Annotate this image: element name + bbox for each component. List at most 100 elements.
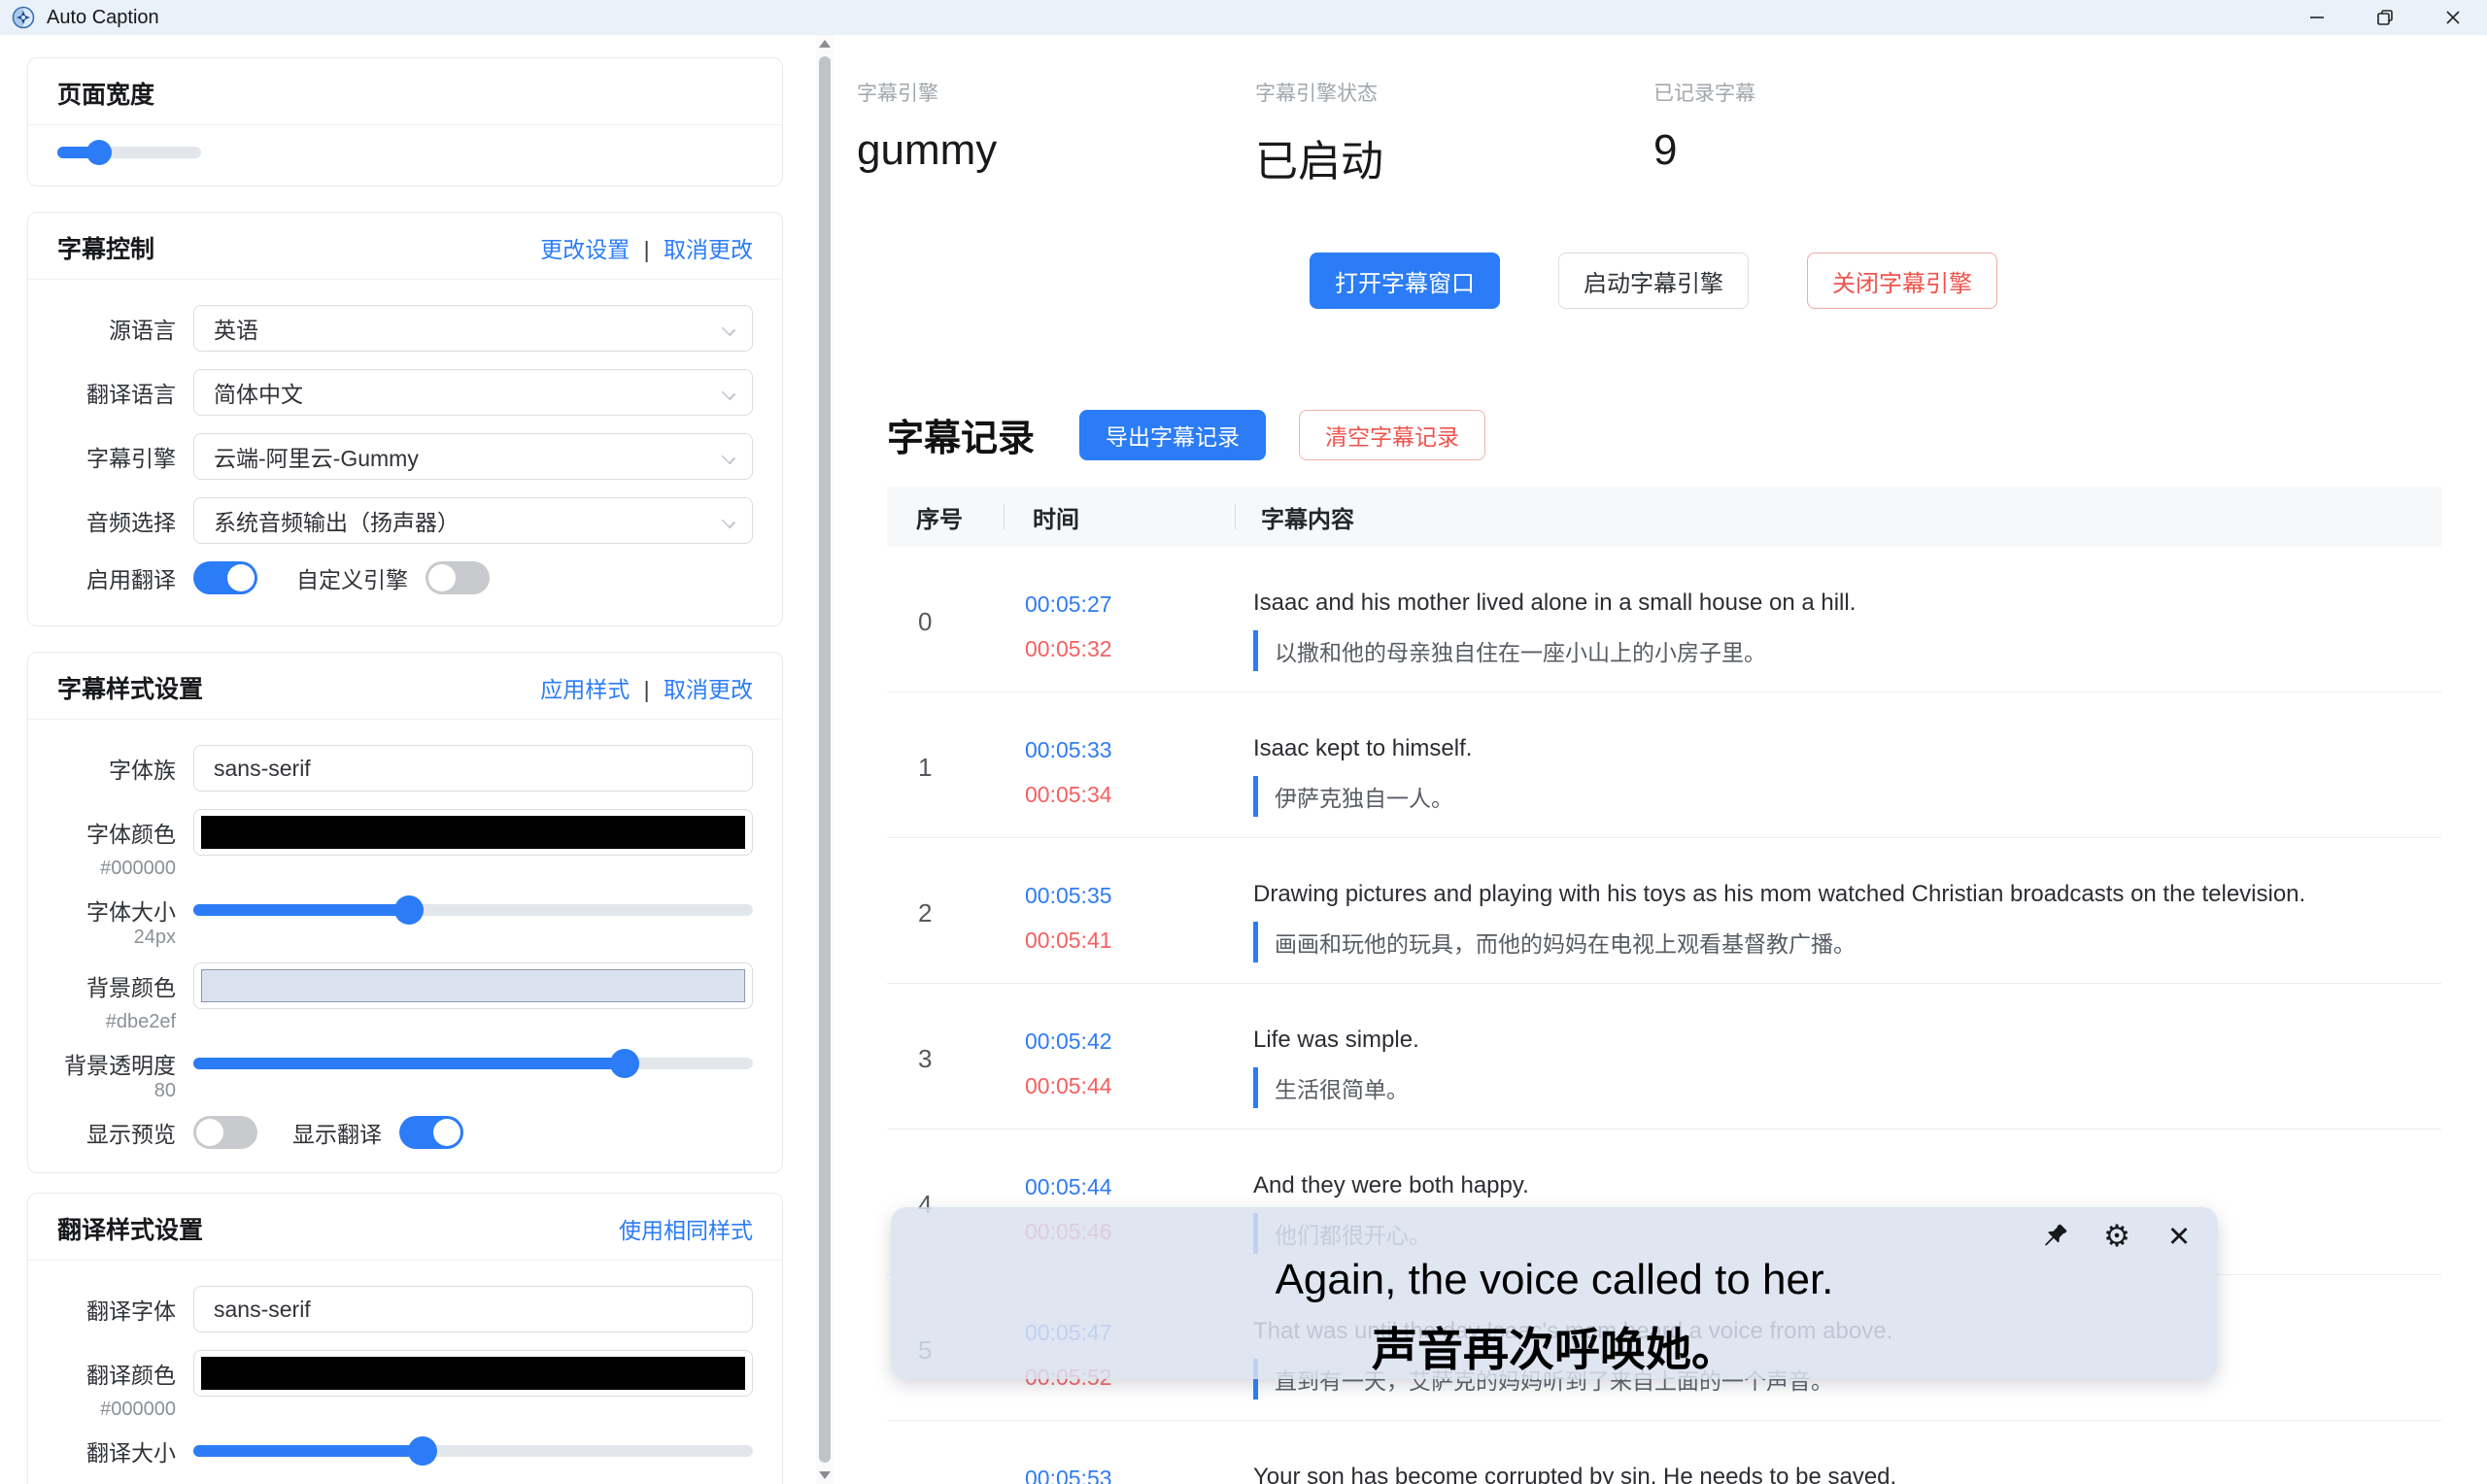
slider-fill [193, 904, 409, 916]
bg-opacity-value: 80 [57, 1080, 193, 1102]
translation-bar [1253, 776, 1258, 817]
font-size-label: 字体大小 [57, 894, 193, 927]
restore-button[interactable] [2351, 0, 2419, 35]
close-icon[interactable]: ✕ [2162, 1219, 2197, 1254]
row-end-time: 00:05:41 [1025, 928, 1112, 954]
row-start-time: 00:05:35 [1025, 883, 1112, 909]
row-translation-text: 以撒和他的母亲独自住在一座小山上的小房子里。 [1275, 634, 1766, 667]
show-preview-label: 显示预览 [57, 1116, 193, 1149]
chevron-down-icon [722, 387, 734, 399]
bg-opacity-label: 背景透明度 [57, 1047, 193, 1080]
translation-color-label: 翻译颜色 [57, 1357, 193, 1390]
translation-color-picker[interactable] [193, 1350, 753, 1397]
translation-font-label: 翻译字体 [57, 1293, 193, 1326]
page-width-title: 页面宽度 [57, 76, 154, 111]
audio-source-select[interactable]: 系统音频输出（扬声器） [193, 497, 753, 544]
titlebar: Auto Caption [0, 0, 2487, 35]
row-subtitle-text: Drawing pictures and playing with his to… [1253, 881, 2432, 908]
translation-bar [1253, 922, 1258, 962]
custom-engine-toggle[interactable] [426, 561, 490, 594]
slider-thumb[interactable] [610, 1049, 639, 1078]
source-language-select[interactable]: 英语 [193, 305, 753, 352]
row-start-time: 00:05:42 [1025, 1029, 1112, 1055]
link-separator: | [644, 237, 650, 262]
row-end-time: 00:05:44 [1025, 1073, 1112, 1099]
scroll-up-arrow[interactable] [819, 40, 831, 48]
caption-translation: 声音再次呼唤她。 [891, 1312, 2218, 1379]
translation-size-slider[interactable] [193, 1445, 753, 1457]
row-subtitle-text: Isaac and his mother lived alone in a sm… [1253, 590, 2432, 617]
table-row: 3 00:05:42 00:05:44 Life was simple. 生活很… [887, 984, 2441, 1130]
enable-translation-toggle[interactable] [193, 561, 257, 594]
bg-color-value: #dbe2ef [57, 1011, 193, 1033]
row-index: 0 [918, 607, 932, 637]
translation-bar [1253, 630, 1258, 671]
bg-color-picker[interactable] [193, 962, 753, 1009]
page-width-card: 页面宽度 [27, 57, 783, 186]
engine-label: 字幕引擎 [57, 440, 193, 473]
engine-stats: 字幕引擎 gummy 字幕引擎状态 已启动 已记录字幕 9 [857, 78, 2487, 188]
export-records-button[interactable]: 导出字幕记录 [1079, 410, 1266, 460]
table-row: 0 00:05:27 00:05:32 Isaac and his mother… [887, 547, 2441, 692]
engine-value: 云端-阿里云-Gummy [214, 440, 419, 473]
cancel-style-link[interactable]: 取消更改 [664, 677, 753, 702]
slider-fill [193, 1445, 423, 1457]
apply-style-link[interactable]: 应用样式 [540, 677, 630, 702]
row-index: 3 [918, 1044, 932, 1074]
open-caption-window-button[interactable]: 打开字幕窗口 [1310, 253, 1500, 309]
scrollbar-thumb[interactable] [819, 56, 831, 1463]
translation-font-input[interactable] [193, 1286, 753, 1332]
font-family-label: 字体族 [57, 752, 193, 785]
table-row: 6 00:05:53 Your son has become corrupted… [887, 1421, 2441, 1484]
translation-size-label: 翻译大小 [57, 1434, 193, 1467]
row-translation-text: 画画和玩他的玩具，而他的妈妈在电视上观看基督教广播。 [1275, 926, 1856, 959]
use-same-style-link[interactable]: 使用相同样式 [619, 1218, 753, 1243]
table-row: 2 00:05:35 00:05:41 Drawing pictures and… [887, 838, 2441, 984]
chevron-down-icon [722, 322, 734, 335]
chevron-down-icon [722, 451, 734, 463]
page-width-slider[interactable] [57, 147, 201, 158]
clear-records-button[interactable]: 清空字幕记录 [1299, 410, 1485, 460]
caption-style-card: 字幕样式设置 应用样式 | 取消更改 字体族 字体颜色 #000000 字体大小 [27, 652, 783, 1173]
start-engine-button[interactable]: 启动字幕引擎 [1558, 253, 1749, 309]
cancel-settings-link[interactable]: 取消更改 [664, 237, 753, 262]
stat-count-label: 已记录字幕 [1653, 78, 2052, 107]
caption-overlay-window[interactable]: ⚙ ✕ Again, the voice called to her. 声音再次… [891, 1207, 2218, 1379]
minimize-button[interactable] [2283, 0, 2351, 35]
row-start-time: 00:05:53 [1025, 1466, 1112, 1484]
show-translation-toggle[interactable] [399, 1116, 463, 1149]
slider-fill [193, 1058, 625, 1069]
close-window-button[interactable] [2419, 0, 2487, 35]
row-start-time: 00:05:27 [1025, 591, 1112, 618]
font-size-slider[interactable] [193, 904, 753, 916]
target-language-value: 简体中文 [214, 376, 303, 409]
slider-thumb[interactable] [394, 895, 424, 925]
link-separator: | [644, 677, 650, 702]
bg-color-label: 背景颜色 [57, 969, 193, 1002]
caption-text: Again, the voice called to her. [891, 1256, 2218, 1304]
font-family-input[interactable] [193, 745, 753, 792]
row-translation-text: 伊萨克独自一人。 [1275, 780, 1453, 813]
row-translation-text: 生活很简单。 [1275, 1071, 1409, 1104]
source-language-label: 源语言 [57, 312, 193, 345]
target-language-select[interactable]: 简体中文 [193, 369, 753, 416]
scroll-down-arrow[interactable] [819, 1471, 831, 1479]
stop-engine-button[interactable]: 关闭字幕引擎 [1807, 253, 1997, 309]
engine-select[interactable]: 云端-阿里云-Gummy [193, 433, 753, 480]
translation-bar [1253, 1067, 1258, 1108]
row-subtitle-text: Your son has become corrupted by sin. He… [1253, 1464, 2432, 1484]
show-translation-label: 显示翻译 [292, 1116, 382, 1149]
row-subtitle-text: Life was simple. [1253, 1027, 2432, 1054]
apply-settings-link[interactable]: 更改设置 [540, 237, 630, 262]
slider-thumb[interactable] [86, 140, 112, 165]
slider-thumb[interactable] [408, 1436, 437, 1466]
pin-icon[interactable] [2037, 1219, 2072, 1254]
font-color-picker[interactable] [193, 809, 753, 856]
show-preview-toggle[interactable] [193, 1116, 257, 1149]
engine-actions: 打开字幕窗口 启动字幕引擎 关闭字幕引擎 [1310, 253, 2487, 309]
row-end-time: 00:05:34 [1025, 782, 1112, 808]
row-subtitle-text: Isaac kept to himself. [1253, 735, 2432, 762]
gear-icon[interactable]: ⚙ [2099, 1219, 2134, 1254]
bg-opacity-slider[interactable] [193, 1058, 753, 1069]
column-header-content: 字幕内容 [1235, 487, 2441, 547]
